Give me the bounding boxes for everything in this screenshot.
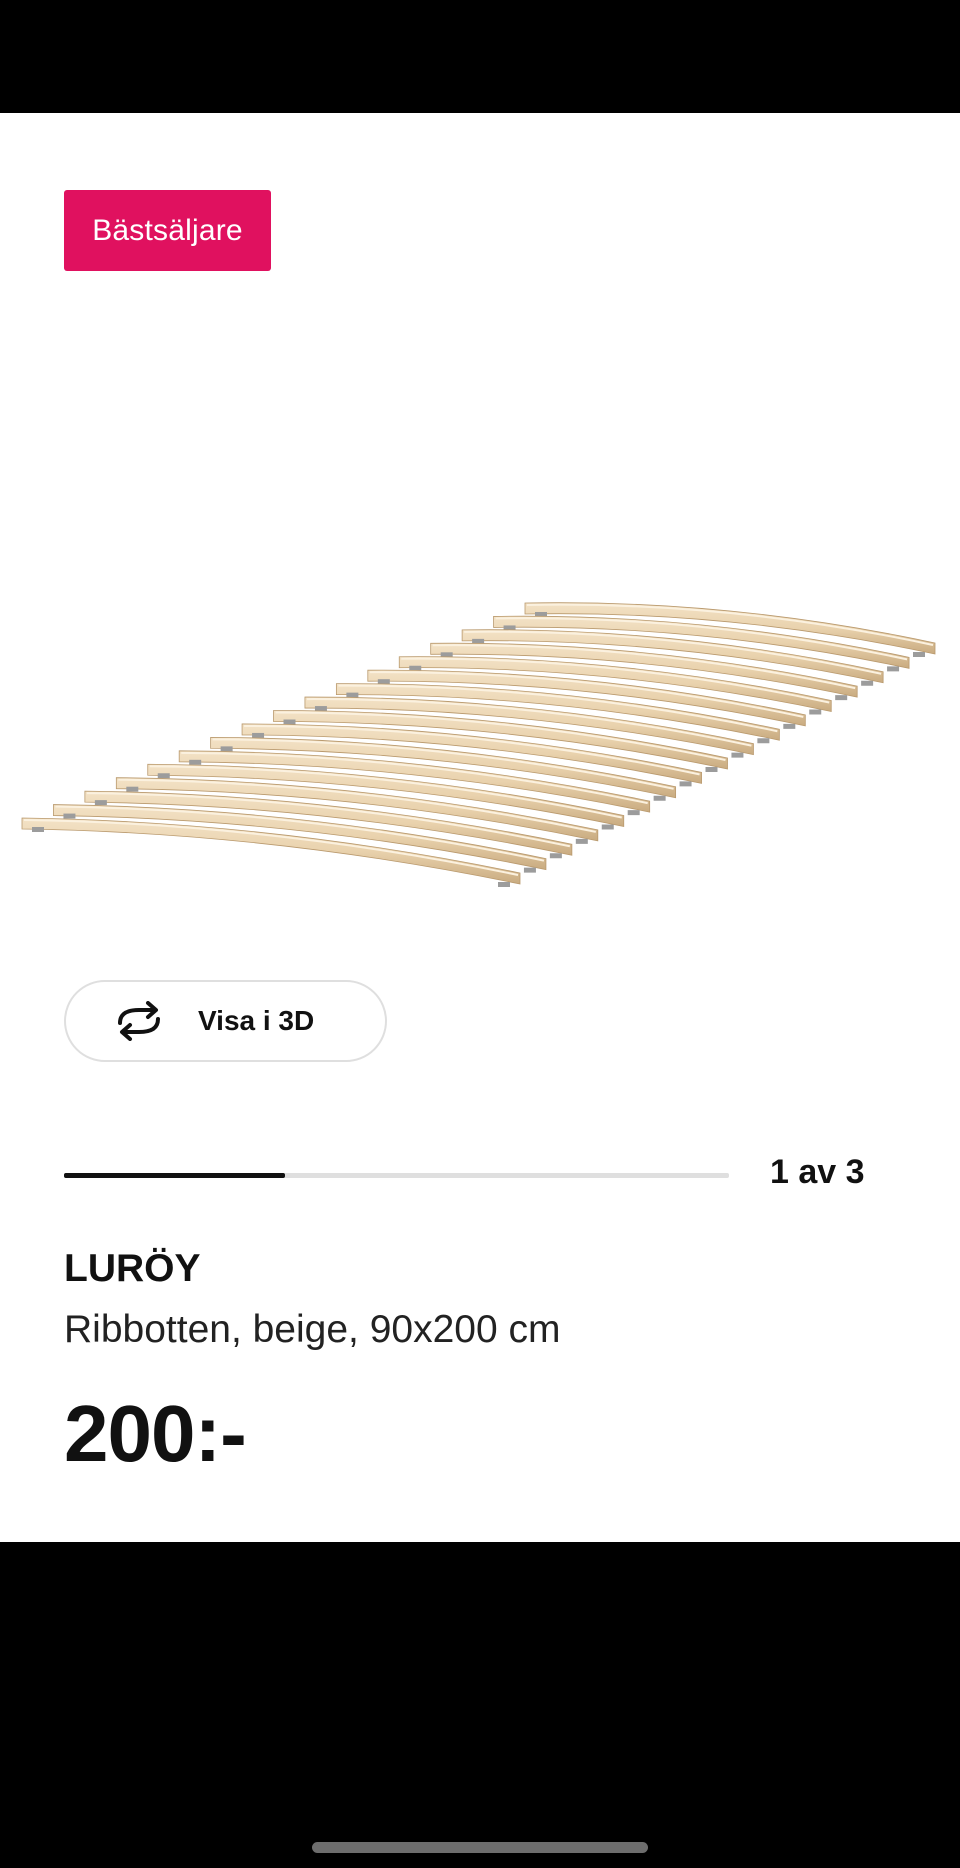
slat-holder — [913, 652, 925, 657]
slat-holder — [126, 786, 139, 792]
view-in-3d-label: Visa i 3D — [198, 1005, 315, 1036]
view-in-3d-button[interactable]: Visa i 3D — [64, 980, 387, 1062]
product-card: Bästsäljare Visa i 3D 1 av 3 LURÖY Ribbo… — [0, 113, 960, 1542]
slat-holder — [346, 692, 359, 698]
product-name[interactable]: LURÖY — [64, 1247, 201, 1291]
slat-holder — [653, 795, 666, 801]
slat-holder — [627, 810, 640, 816]
slat-holder — [220, 746, 233, 752]
slat-holder — [94, 800, 107, 806]
bed-slats — [21, 602, 936, 887]
slat-holder — [757, 738, 770, 744]
rotate-3d-icon — [110, 1001, 168, 1041]
slat-holder — [887, 666, 900, 672]
slat-holder — [809, 709, 822, 715]
slat-holder — [731, 752, 744, 758]
slat-holder — [157, 773, 170, 779]
status-bar — [0, 0, 960, 113]
product-description: Ribbotten, beige, 90x200 cm — [64, 1308, 561, 1351]
slat-holder — [314, 706, 327, 712]
slat-holder — [575, 838, 588, 844]
slat-holder — [835, 695, 848, 701]
gallery-progress[interactable] — [64, 1173, 729, 1178]
gallery-progress-fill — [64, 1173, 286, 1178]
slat-holder — [498, 882, 510, 887]
home-indicator[interactable] — [312, 1842, 648, 1853]
slat-holder — [705, 767, 718, 772]
slat-holder — [783, 723, 796, 729]
product-image[interactable] — [0, 473, 960, 893]
bottom-area — [0, 1542, 960, 1868]
bestseller-badge: Bästsäljare — [64, 190, 271, 271]
slat-holder — [252, 732, 265, 738]
slat-holder — [32, 827, 44, 832]
slat-holder — [189, 759, 202, 765]
slat-holder — [601, 824, 614, 830]
slat-holder — [283, 719, 296, 725]
slat-holder — [549, 853, 562, 859]
slat-holder — [679, 781, 692, 787]
slat-holder — [523, 867, 536, 873]
product-price: 200:- — [64, 1389, 247, 1478]
gallery-counter: 1 av 3 — [770, 1153, 865, 1191]
slat-holder — [63, 813, 76, 819]
slat-holder — [861, 680, 874, 686]
slat-holder — [377, 679, 390, 685]
